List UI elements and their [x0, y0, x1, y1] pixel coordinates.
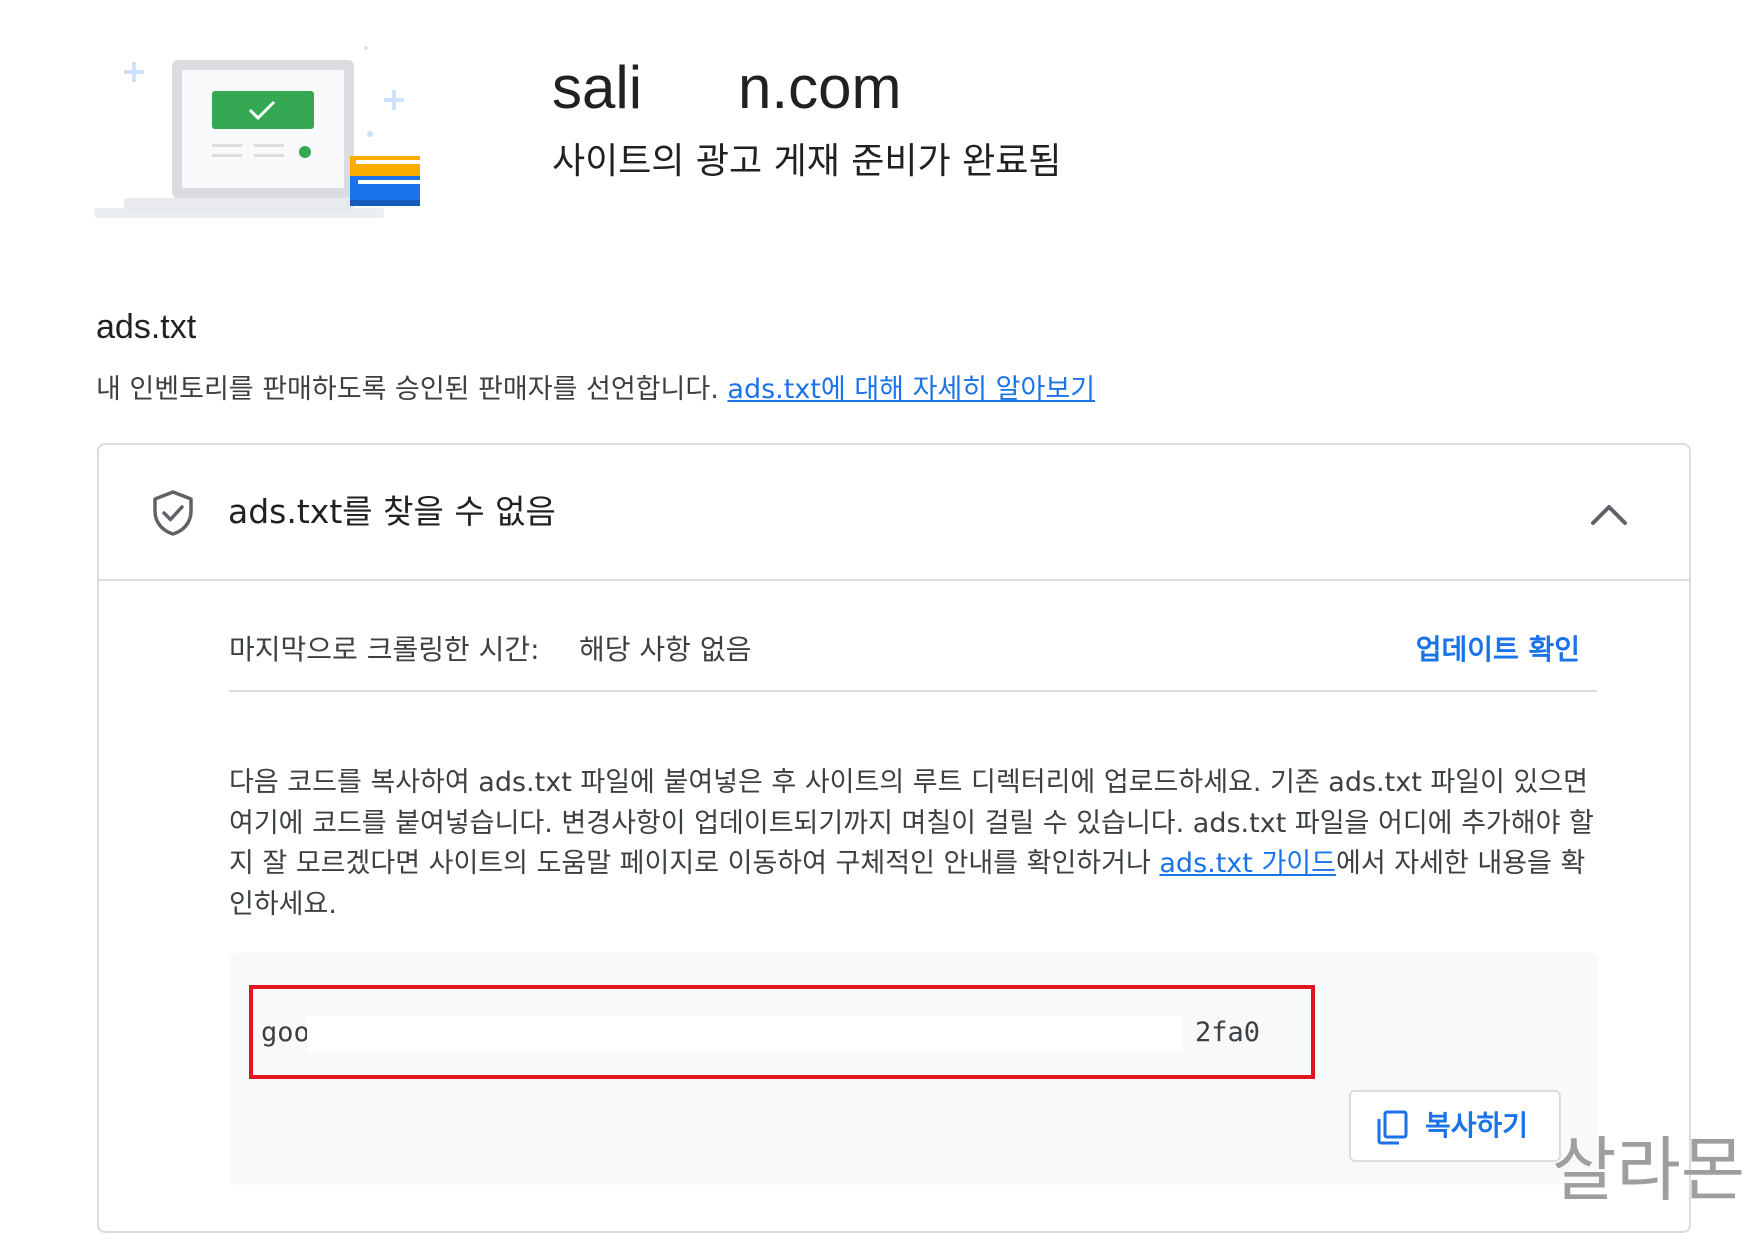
ads-txt-guide-link[interactable]: ads.txt 가이드	[1159, 848, 1336, 879]
check-for-updates-button[interactable]: 업데이트 확인	[1416, 630, 1580, 670]
code-redaction	[307, 1015, 1183, 1051]
ads-txt-card: ads.txt를 찾을 수 없음 마지막으로 크롤링한 시간: 해당 사항 없음…	[97, 443, 1691, 1233]
section-title: ads.txt	[96, 308, 197, 346]
copy-button[interactable]: 복사하기	[1349, 1090, 1561, 1162]
shield-check-icon	[153, 490, 193, 536]
code-panel: goo 2fa0 복사하기	[229, 953, 1597, 1185]
chevron-up-icon[interactable]	[1589, 495, 1629, 531]
ads-txt-code[interactable]: goo 2fa0	[261, 1013, 1301, 1053]
copy-icon	[1377, 1110, 1408, 1145]
site-status-text: 사이트의 광고 게재 준비가 완료됨	[552, 141, 1062, 182]
code-visible-end: 2fa0	[1195, 1017, 1261, 1048]
last-crawl-label: 마지막으로 크롤링한 시간:	[229, 633, 540, 666]
section-description: 내 인벤토리를 판매하도록 승인된 판매자를 선언합니다. ads.txt에 대…	[96, 370, 1095, 410]
code-visible-start: goo	[261, 1017, 310, 1048]
watermark: 살라몬	[1552, 1129, 1746, 1211]
code-highlight-box: goo 2fa0	[249, 985, 1315, 1079]
last-crawl-row: 마지막으로 크롤링한 시간: 해당 사항 없음 업데이트 확인	[229, 620, 1597, 692]
learn-more-link[interactable]: ads.txt에 대해 자세히 알아보기	[727, 374, 1095, 405]
last-crawl-value: 해당 사항 없음	[579, 633, 752, 666]
ads-txt-card-header[interactable]: ads.txt를 찾을 수 없음	[99, 445, 1689, 581]
site-ready-illustration	[94, 40, 474, 230]
section-description-text: 내 인벤토리를 판매하도록 승인된 판매자를 선언합니다.	[96, 374, 728, 405]
copy-button-label: 복사하기	[1425, 1109, 1529, 1142]
card-title: ads.txt를 찾을 수 없음	[228, 492, 556, 531]
instructions-text: 다음 코드를 복사하여 ads.txt 파일에 붙여넣은 후 사이트의 루트 디…	[229, 763, 1599, 925]
site-domain: sali n.com	[552, 54, 902, 113]
